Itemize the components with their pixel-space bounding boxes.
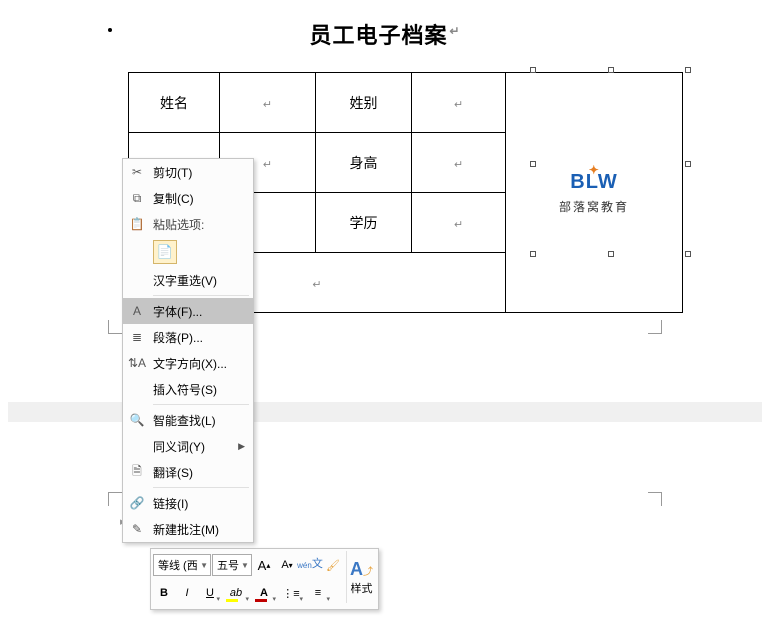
menu-insert-symbol[interactable]: 插入符号(S) xyxy=(123,376,253,402)
numbering-button[interactable]: ≡▾ xyxy=(305,581,331,605)
bullets-button[interactable]: ⋮≡▾ xyxy=(278,581,304,605)
highlight-button[interactable]: ab ▾ xyxy=(222,581,250,605)
cell-gender-label[interactable]: 姓别 xyxy=(316,73,412,133)
comment-icon: ✎ xyxy=(127,519,147,539)
menu-font[interactable]: A 字体(F)... xyxy=(123,298,253,324)
logo-subtitle: 部落窝教育 xyxy=(559,198,629,215)
menu-separator xyxy=(153,404,249,405)
menu-text-direction[interactable]: ⇅A 文字方向(X)... xyxy=(123,350,253,376)
paste-options-row: 📄 xyxy=(123,237,253,267)
resize-handle[interactable] xyxy=(685,161,691,167)
mini-toolbar: 等线 (西文▼ 五号▼ A▴ A▾ wén文 🖌 B I U▾ ab ▾ xyxy=(150,548,379,610)
paragraph-mark: ↵ xyxy=(449,24,460,38)
page-corner xyxy=(638,310,662,334)
styles-icon: A⤴ xyxy=(350,559,373,580)
text-direction-icon: ⇅A xyxy=(127,353,147,373)
cell-name-label[interactable]: 姓名 xyxy=(129,73,220,133)
menu-paragraph[interactable]: ≣ 段落(P)... xyxy=(123,324,253,350)
resize-handle[interactable] xyxy=(530,67,536,73)
italic-button[interactable]: I xyxy=(176,581,198,605)
grow-font-button[interactable]: A▴ xyxy=(253,553,275,577)
font-color-button[interactable]: A ▾ xyxy=(251,581,277,605)
paste-keep-source-button[interactable]: 📄 xyxy=(153,240,177,264)
cell-edu-value[interactable]: ↵ xyxy=(412,193,506,253)
search-icon: 🔍 xyxy=(127,410,147,430)
resize-handle[interactable] xyxy=(608,67,614,73)
context-menu: ✂ 剪切(T) ⧉ 复制(C) 📋 粘贴选项: 📄 汉字重选(V) A 字体(F… xyxy=(122,158,254,543)
logo-main: B✦LW xyxy=(570,171,617,194)
chevron-down-icon: ▼ xyxy=(200,561,208,570)
resize-handle[interactable] xyxy=(530,251,536,257)
cell-name-value[interactable]: ↵ xyxy=(219,73,315,133)
underline-button[interactable]: U▾ xyxy=(199,581,221,605)
cell-height-label[interactable]: 身高 xyxy=(316,133,412,193)
resize-handle[interactable] xyxy=(530,161,536,167)
resize-handle[interactable] xyxy=(685,251,691,257)
menu-translate[interactable]: 🗎 翻译(S) xyxy=(123,459,253,485)
menu-new-comment[interactable]: ✎ 新建批注(M) xyxy=(123,516,253,542)
font-name-combo[interactable]: 等线 (西文▼ xyxy=(153,554,211,576)
resize-handle[interactable] xyxy=(608,251,614,257)
font-size-combo[interactable]: 五号▼ xyxy=(212,554,252,576)
cut-icon: ✂ xyxy=(127,162,147,182)
translate-icon: 🗎 xyxy=(127,462,147,482)
title-text: 员工电子档案 xyxy=(309,23,447,48)
bold-button[interactable]: B xyxy=(153,581,175,605)
chevron-right-icon: ▶ xyxy=(238,441,245,452)
cell-photo[interactable]: B✦LW 部落窝教育 xyxy=(506,73,683,313)
paste-icon: 📋 xyxy=(127,214,147,234)
menu-separator xyxy=(153,295,249,296)
page-corner xyxy=(638,492,662,516)
format-painter-button[interactable]: 🖌 xyxy=(322,553,344,577)
table-row[interactable]: 姓名 ↵ 姓别 ↵ B✦LW 部落窝教育 xyxy=(129,73,683,133)
menu-synonyms[interactable]: 同义词(Y) ▶ xyxy=(123,433,253,459)
blank-icon xyxy=(127,379,147,399)
page-title: 员工电子档案↵ xyxy=(8,18,762,50)
shrink-font-button[interactable]: A▾ xyxy=(276,553,298,577)
menu-copy[interactable]: ⧉ 复制(C) xyxy=(123,185,253,211)
styles-button[interactable]: A⤴ 样式 xyxy=(346,551,376,603)
blank-icon xyxy=(127,270,147,290)
blank-icon xyxy=(127,436,147,456)
chevron-down-icon: ▼ xyxy=(241,561,249,570)
menu-smart-lookup[interactable]: 🔍 智能查找(L) xyxy=(123,407,253,433)
cell-gender-value[interactable]: ↵ xyxy=(412,73,506,133)
paragraph-icon: ≣ xyxy=(127,327,147,347)
logo: B✦LW 部落窝教育 xyxy=(506,171,682,215)
menu-paste-options-header: 📋 粘贴选项: xyxy=(123,211,253,237)
menu-separator xyxy=(153,487,249,488)
font-icon: A xyxy=(127,301,147,321)
copy-icon: ⧉ xyxy=(127,188,147,208)
cell-edu-label[interactable]: 学历 xyxy=(316,193,412,253)
link-icon: 🔗 xyxy=(127,493,147,513)
cell-height-value[interactable]: ↵ xyxy=(412,133,506,193)
menu-cut[interactable]: ✂ 剪切(T) xyxy=(123,159,253,185)
resize-handle[interactable] xyxy=(685,67,691,73)
menu-reconvert[interactable]: 汉字重选(V) xyxy=(123,267,253,293)
menu-link[interactable]: 🔗 链接(I) xyxy=(123,490,253,516)
phonetic-guide-button[interactable]: wén文 xyxy=(299,553,321,577)
